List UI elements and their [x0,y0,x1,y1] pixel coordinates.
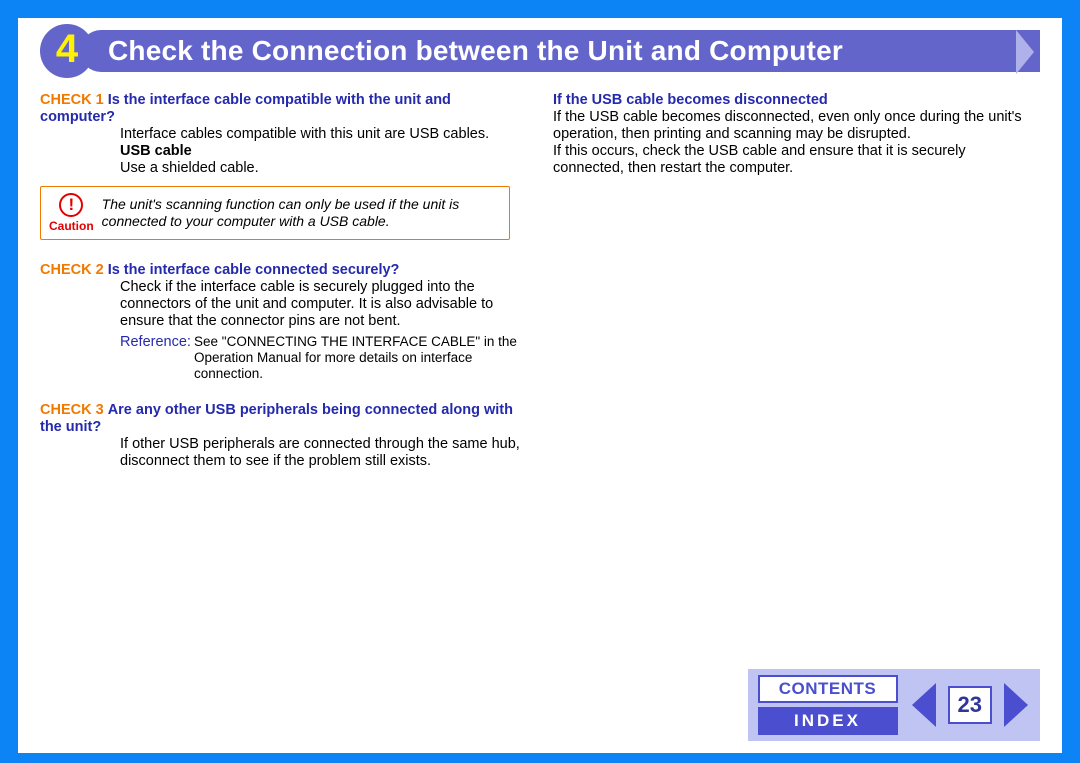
right-column: If the USB cable becomes disconnected If… [553,92,1040,488]
check1-heading: CHECK 1 Is the interface cable compatibl… [40,92,527,126]
check2-body: Check if the interface cable is securely… [120,279,527,330]
chevron-right-icon [1016,30,1044,74]
caution-label: Caution [49,219,94,233]
document-frame: 4 Check the Connection between the Unit … [0,0,1080,763]
page: 4 Check the Connection between the Unit … [18,18,1062,753]
usb-cable-body: Use a shielded cable. [120,160,527,177]
footer-links: CONTENTS INDEX [758,675,898,735]
chapter-title: Check the Connection between the Unit an… [108,35,843,67]
check1-section: CHECK 1 Is the interface cable compatibl… [40,92,527,178]
index-button[interactable]: INDEX [758,707,898,735]
reference-label: Reference: [120,334,191,350]
check3-heading: CHECK 3 Are any other USB peripherals be… [40,402,527,436]
chapter-number: 4 [56,27,78,72]
footer-nav: CONTENTS INDEX 23 [748,669,1040,741]
check3-question: Are any other USB peripherals being conn… [40,402,513,435]
check3-label: CHECK 3 [40,402,104,418]
check1-label: CHECK 1 [40,92,104,108]
usb-disconnect-section: If the USB cable becomes disconnected If… [553,92,1040,178]
exclamation-icon: ! [59,193,83,217]
usb-cable-label: USB cable [120,143,527,160]
check3-body: If other USB peripherals are connected t… [120,436,527,470]
reference-body: See "CONNECTING THE INTERFACE CABLE" in … [190,334,527,382]
left-column: CHECK 1 Is the interface cable compatibl… [40,92,527,488]
prev-page-button[interactable] [910,683,936,727]
chapter-header: 4 Check the Connection between the Unit … [40,26,1040,76]
caution-box: ! Caution The unit's scanning function c… [40,186,510,240]
next-page-button[interactable] [1004,683,1030,727]
check1-body: Interface cables compatible with this un… [120,126,527,143]
usb-disconnect-p2: If this occurs, check the USB cable and … [553,143,1040,177]
check2-label: CHECK 2 [40,262,104,278]
content-columns: CHECK 1 Is the interface cable compatibl… [40,92,1040,488]
check3-section: CHECK 3 Are any other USB peripherals be… [40,402,527,470]
contents-button[interactable]: CONTENTS [758,675,898,703]
page-number: 23 [948,686,992,724]
caution-icon: ! Caution [49,193,94,233]
usb-disconnect-heading: If the USB cable becomes disconnected [553,92,1040,109]
check2-section: CHECK 2 Is the interface cable connected… [40,262,527,382]
usb-disconnect-p1: If the USB cable becomes disconnected, e… [553,109,1040,143]
check2-question: Is the interface cable connected securel… [108,262,400,278]
caution-text: The unit's scanning function can only be… [102,196,501,229]
chapter-number-badge: 4 [40,24,94,78]
check2-heading: CHECK 2 Is the interface cable connected… [40,262,527,279]
